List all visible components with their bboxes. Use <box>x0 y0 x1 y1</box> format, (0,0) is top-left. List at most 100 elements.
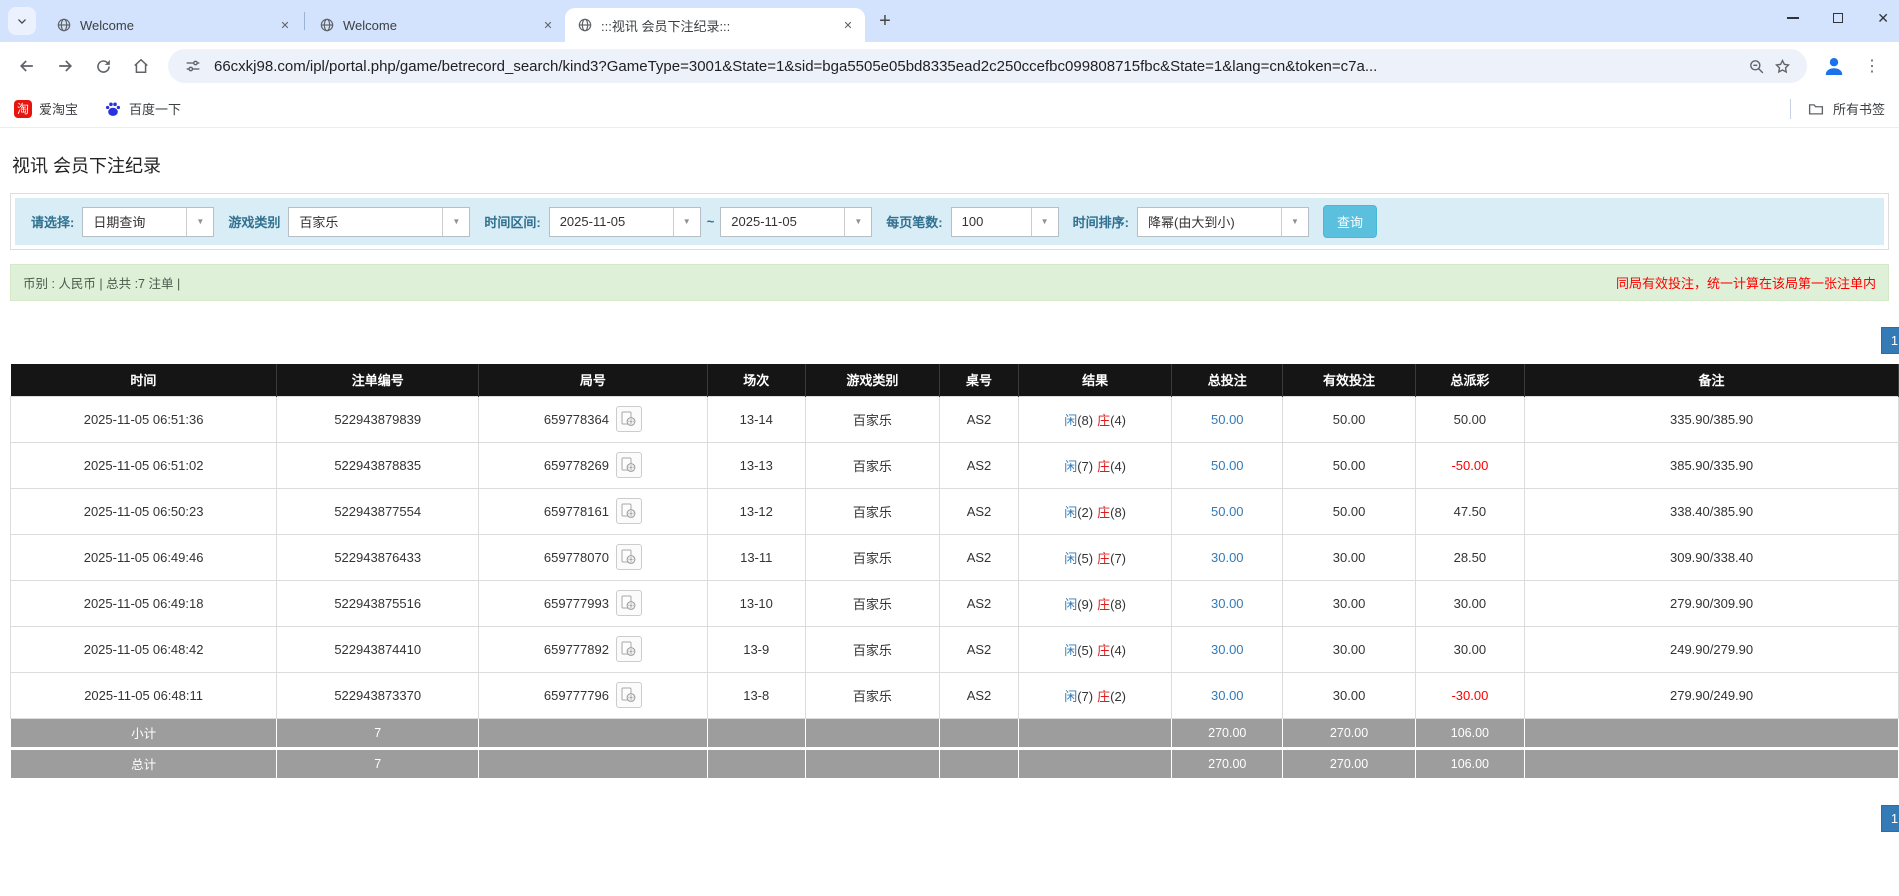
search-button[interactable]: 查询 <box>1323 205 1377 238</box>
round-number: 659778364 <box>544 412 609 427</box>
bookmark-aitaobao[interactable]: 淘 爱淘宝 <box>14 99 78 118</box>
cell-game-type: 百家乐 <box>805 442 939 488</box>
zoom-out-icon[interactable] <box>1743 53 1769 79</box>
cell-result: 闲(5)庄(4) <box>1019 626 1172 672</box>
cell-round-id: 659778269 <box>479 442 707 488</box>
window-close-button[interactable]: ✕ <box>1877 11 1889 25</box>
cell-round-id: 659778161 <box>479 488 707 534</box>
video-record-button[interactable] <box>616 590 642 616</box>
sort-label: 时间排序: <box>1073 212 1129 231</box>
video-record-button[interactable] <box>616 406 642 432</box>
forward-button[interactable] <box>49 50 81 82</box>
video-record-button[interactable] <box>616 452 642 478</box>
total-bet-link[interactable]: 30.00 <box>1211 642 1244 657</box>
header-time: 时间 <box>11 364 277 396</box>
result-player: 闲(5) <box>1064 551 1093 566</box>
date-to-select[interactable]: 2025-11-05 ▼ <box>720 207 872 237</box>
baidu-paw-icon <box>104 100 122 118</box>
cell-remark: 335.90/385.90 <box>1525 396 1899 442</box>
close-icon[interactable]: ✕ <box>276 16 294 34</box>
header-game-type: 游戏类别 <box>805 364 939 396</box>
tab-welcome-1[interactable]: Welcome ✕ <box>44 8 302 42</box>
new-tab-button[interactable]: + <box>871 7 899 35</box>
total-bet-link[interactable]: 30.00 <box>1211 688 1244 703</box>
cell-result: 闲(8)庄(4) <box>1019 396 1172 442</box>
select-type-label: 请选择: <box>31 212 74 231</box>
chevron-down-icon[interactable]: ▼ <box>1031 208 1058 236</box>
cell-valid-bet: 50.00 <box>1283 442 1415 488</box>
bookmark-label: 爱淘宝 <box>39 99 78 118</box>
tab-betrecord-active[interactable]: :::视讯 会员下注纪录::: ✕ <box>565 8 865 42</box>
chevron-down-icon[interactable]: ▼ <box>844 208 871 236</box>
video-record-button[interactable] <box>616 636 642 662</box>
result-player: 闲(7) <box>1064 459 1093 474</box>
tab-divider <box>304 12 305 30</box>
total-bet-link[interactable]: 50.00 <box>1211 412 1244 427</box>
reload-icon <box>94 57 113 76</box>
query-type-select[interactable]: 日期查询 ▼ <box>82 207 214 237</box>
cell-game-type: 百家乐 <box>805 396 939 442</box>
header-round-id: 局号 <box>479 364 707 396</box>
home-button[interactable] <box>125 50 157 82</box>
video-record-icon <box>621 549 636 565</box>
game-type-select[interactable]: 百家乐 ▼ <box>288 207 470 237</box>
all-bookmarks-button[interactable]: 所有书签 <box>1807 99 1885 118</box>
chevron-down-icon[interactable]: ▼ <box>1281 208 1308 236</box>
table-row: 2025-11-05 06:48:11 522943873370 6597777… <box>11 672 1899 718</box>
profile-avatar[interactable] <box>1818 50 1850 82</box>
browser-menu-button[interactable]: ⋮ <box>1856 50 1888 82</box>
total-bet-link[interactable]: 50.00 <box>1211 458 1244 473</box>
cell-round-id: 659777993 <box>479 580 707 626</box>
reload-button[interactable] <box>87 50 119 82</box>
sort-select[interactable]: 降幂(由大到小) ▼ <box>1137 207 1309 237</box>
cell-time: 2025-11-05 06:49:18 <box>11 580 277 626</box>
cell-payout: -30.00 <box>1415 672 1525 718</box>
cell-remark: 338.40/385.90 <box>1525 488 1899 534</box>
bookmark-baidu[interactable]: 百度一下 <box>104 99 181 118</box>
result-player: 闲(5) <box>1064 643 1093 658</box>
chevron-down-icon[interactable]: ▼ <box>673 208 700 236</box>
cell-valid-bet: 30.00 <box>1283 672 1415 718</box>
header-payout: 总派彩 <box>1415 364 1525 396</box>
maximize-button[interactable] <box>1833 13 1843 23</box>
chevron-down-icon[interactable]: ▼ <box>442 208 469 236</box>
page-1-button[interactable]: 1 <box>1881 805 1899 832</box>
result-banker: 庄(8) <box>1097 597 1126 612</box>
header-session: 场次 <box>707 364 805 396</box>
header-result: 结果 <box>1019 364 1172 396</box>
tab-search-button[interactable] <box>8 7 36 35</box>
cell-game-type: 百家乐 <box>805 626 939 672</box>
page-size-select[interactable]: 100 ▼ <box>951 207 1059 237</box>
address-bar[interactable]: 66cxkj98.com/ipl/portal.php/game/betreco… <box>168 49 1807 83</box>
table-row: 2025-11-05 06:51:36 522943879839 6597783… <box>11 396 1899 442</box>
video-record-icon <box>621 595 636 611</box>
total-bet-link[interactable]: 50.00 <box>1211 504 1244 519</box>
back-button[interactable] <box>11 50 43 82</box>
total-payout: 106.00 <box>1415 748 1525 778</box>
round-number: 659777796 <box>544 688 609 703</box>
video-record-button[interactable] <box>616 498 642 524</box>
forward-arrow-icon <box>55 56 75 76</box>
round-number: 659778269 <box>544 458 609 473</box>
tab-welcome-2[interactable]: Welcome ✕ <box>307 8 565 42</box>
bookmark-star-icon[interactable] <box>1769 53 1795 79</box>
video-record-icon <box>621 641 636 657</box>
cell-payout: 30.00 <box>1415 580 1525 626</box>
close-icon[interactable]: ✕ <box>839 16 857 34</box>
minimize-button[interactable] <box>1787 17 1799 19</box>
total-bet-link[interactable]: 30.00 <box>1211 596 1244 611</box>
site-info-icon[interactable] <box>180 53 206 79</box>
close-icon[interactable]: ✕ <box>539 16 557 34</box>
video-record-button[interactable] <box>616 682 642 708</box>
tab-title: Welcome <box>343 18 531 33</box>
cell-remark: 309.90/338.40 <box>1525 534 1899 580</box>
chevron-down-icon[interactable]: ▼ <box>186 208 213 236</box>
browser-titlebar: Welcome ✕ Welcome ✕ :::视讯 会员下注纪录::: ✕ + … <box>0 0 1899 42</box>
subtotal-valid-bet: 270.00 <box>1283 718 1415 748</box>
table-header-row: 时间 注单编号 局号 场次 游戏类别 桌号 结果 总投注 有效投注 总派彩 备注 <box>11 364 1899 396</box>
total-bet-link[interactable]: 30.00 <box>1211 550 1244 565</box>
page-1-button[interactable]: 1 <box>1881 327 1899 354</box>
date-from-select[interactable]: 2025-11-05 ▼ <box>549 207 701 237</box>
table-row: 2025-11-05 06:49:18 522943875516 6597779… <box>11 580 1899 626</box>
video-record-button[interactable] <box>616 544 642 570</box>
